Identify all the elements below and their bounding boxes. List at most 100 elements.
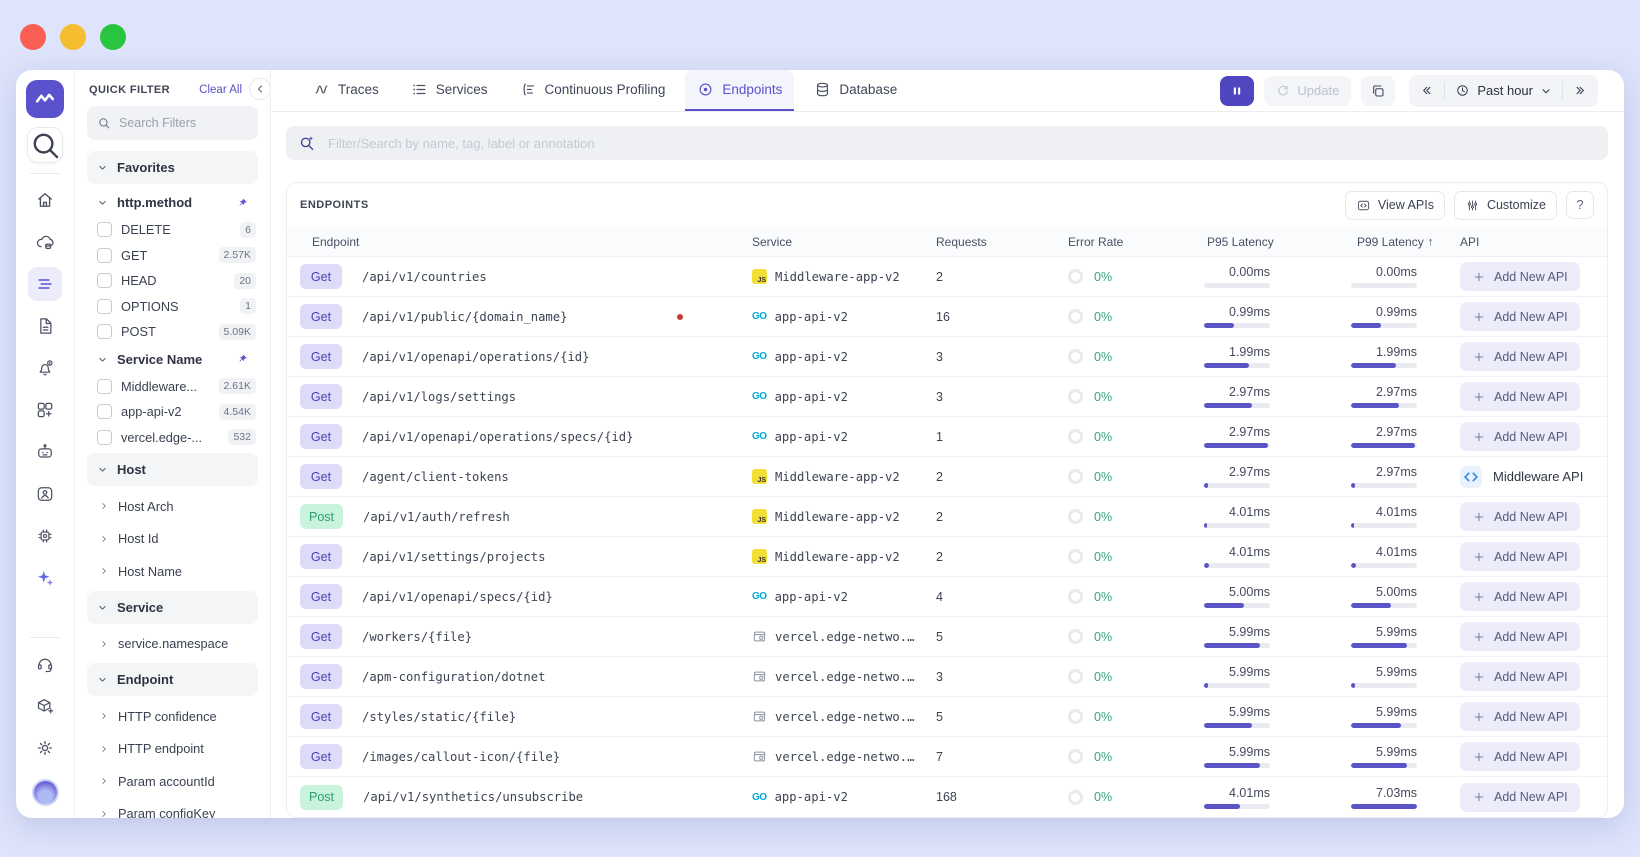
rail-infra-button[interactable] <box>28 225 62 259</box>
add-new-api-button[interactable]: Add New API <box>1460 582 1580 611</box>
time-range-dropdown[interactable]: Past hour <box>1445 75 1562 107</box>
window-close-button[interactable] <box>20 24 46 50</box>
checkbox[interactable] <box>97 404 112 420</box>
rail-settings-button[interactable] <box>28 731 62 765</box>
table-row[interactable]: Get/api/v1/openapi/operations/{id} GO app-… <box>287 337 1607 377</box>
add-new-api-button[interactable]: Add New API <box>1460 542 1580 571</box>
table-row[interactable]: Post/api/v1/synthetics/unsubscribe GO app-… <box>287 777 1607 817</box>
rail-rum-button[interactable] <box>28 477 62 511</box>
tab-services[interactable]: Services <box>399 70 500 111</box>
table-row[interactable]: Get/api/v1/logs/settings GO app-api-v2 3 0% 2… <box>287 377 1607 417</box>
checkbox[interactable] <box>97 273 112 289</box>
table-row[interactable]: Get/workers/{file} vercel.edge-netwo... 5 0… <box>287 617 1607 657</box>
rail-assistant-button[interactable] <box>28 435 62 469</box>
checkbox[interactable] <box>97 324 112 340</box>
customize-button[interactable]: Customize <box>1453 190 1557 220</box>
filter-section-favorites[interactable]: Favorites <box>87 151 258 184</box>
update-button[interactable]: Update <box>1264 75 1352 106</box>
help-button[interactable]: ? <box>1566 191 1594 219</box>
copy-button[interactable] <box>1361 75 1396 106</box>
column-header-requests[interactable]: Requests <box>920 235 1048 249</box>
filter-group-service-name[interactable]: Service Name <box>87 345 258 374</box>
table-row[interactable]: Get/api/v1/countries JS Middleware-app-v2 2… <box>287 257 1607 297</box>
filter-option-head[interactable]: HEAD 20 <box>87 268 258 294</box>
checkbox[interactable] <box>97 378 112 394</box>
filter-option-app-api-v2[interactable]: app-api-v2 4.54K <box>87 399 258 425</box>
column-header-api[interactable]: API <box>1460 235 1594 249</box>
add-new-api-button[interactable]: Add New API <box>1460 502 1580 531</box>
clear-all-link[interactable]: Clear All <box>199 84 242 96</box>
column-header-p99-latency[interactable]: P99 Latency ↑ <box>1330 235 1460 249</box>
user-avatar[interactable] <box>31 779 59 806</box>
add-new-api-button[interactable]: Add New API <box>1460 422 1580 451</box>
column-header-service[interactable]: Service <box>736 235 920 249</box>
filter-option-post[interactable]: POST 5.09K <box>87 319 258 345</box>
checkbox[interactable] <box>97 298 112 314</box>
rail-alerts-button[interactable] <box>28 351 62 385</box>
filter-item-http-confidence[interactable]: HTTP confidence <box>87 700 258 733</box>
add-new-api-button[interactable]: Add New API <box>1460 302 1580 331</box>
add-new-api-button[interactable]: Add New API <box>1460 742 1580 771</box>
tab-traces[interactable]: Traces <box>301 70 391 111</box>
filter-item-host-arch[interactable]: Host Arch <box>87 490 258 523</box>
time-shift-back-button[interactable] <box>1409 75 1444 107</box>
rail-ai-button[interactable] <box>28 561 62 595</box>
column-header-endpoint[interactable]: Endpoint <box>300 235 736 249</box>
filter-item-param-accountid[interactable]: Param accountId <box>87 765 258 798</box>
table-row[interactable]: Get/agent/client-tokens JS Middleware-app-… <box>287 457 1607 497</box>
rail-search-button[interactable] <box>27 127 63 163</box>
add-new-api-button[interactable]: Add New API <box>1460 622 1580 651</box>
checkbox[interactable] <box>97 222 112 238</box>
rail-processes-button[interactable] <box>28 519 62 553</box>
rail-install-button[interactable] <box>28 689 62 723</box>
table-row[interactable]: Get/styles/static/{file} vercel.edge-netw… <box>287 697 1607 737</box>
middleware-api-link[interactable]: Middleware API <box>1460 465 1594 488</box>
add-new-api-button[interactable]: Add New API <box>1460 662 1580 691</box>
rail-integrations-button[interactable] <box>28 393 62 427</box>
filter-item-http-endpoint[interactable]: HTTP endpoint <box>87 733 258 766</box>
filter-item-host-id[interactable]: Host Id <box>87 523 258 556</box>
filter-section-host[interactable]: Host <box>87 453 258 486</box>
filter-option-middleware[interactable]: Middleware... 2.61K <box>87 374 258 400</box>
table-row[interactable]: Get/api/v1/openapi/specs/{id} GO app-api-v… <box>287 577 1607 617</box>
checkbox[interactable] <box>97 247 112 263</box>
rail-apm-button[interactable] <box>28 267 62 301</box>
add-new-api-button[interactable]: Add New API <box>1460 342 1580 371</box>
rail-logs-button[interactable] <box>28 309 62 343</box>
main-filter-search-input[interactable] <box>328 135 1596 151</box>
add-new-api-button[interactable]: Add New API <box>1460 382 1580 411</box>
add-new-api-button[interactable]: Add New API <box>1460 782 1580 812</box>
tab-continuous-profiling[interactable]: Continuous Profiling <box>508 70 678 111</box>
filter-item-host-name[interactable]: Host Name <box>87 555 258 588</box>
filter-search-input[interactable] <box>119 116 248 130</box>
filter-option-vercel-edge[interactable]: vercel.edge-... 532 <box>87 425 258 451</box>
view-apis-button[interactable]: View APIs <box>1344 190 1445 220</box>
window-zoom-button[interactable] <box>100 24 126 50</box>
add-new-api-button[interactable]: Add New API <box>1460 262 1580 291</box>
checkbox[interactable] <box>97 429 112 445</box>
tab-database[interactable]: Database <box>802 70 909 111</box>
rail-home-button[interactable] <box>28 183 62 217</box>
app-logo[interactable] <box>26 80 64 118</box>
filter-option-delete[interactable]: DELETE 6 <box>87 217 258 243</box>
add-new-api-button[interactable]: Add New API <box>1460 702 1580 731</box>
table-row[interactable]: Get/apm-configuration/dotnet vercel.edge-… <box>287 657 1607 697</box>
window-minimize-button[interactable] <box>60 24 86 50</box>
column-header-p95-latency[interactable]: P95 Latency <box>1180 235 1330 249</box>
column-header-error-rate[interactable]: Error Rate <box>1048 235 1180 249</box>
filter-section-service[interactable]: Service <box>87 590 258 624</box>
rail-support-button[interactable] <box>28 647 62 681</box>
time-shift-forward-button[interactable] <box>1563 75 1598 107</box>
table-row[interactable]: Post/api/v1/auth/refresh JS Middleware-app… <box>287 497 1607 537</box>
filter-group-http-method[interactable]: http.method <box>87 188 258 217</box>
pause-button[interactable] <box>1220 75 1255 106</box>
filter-option-get[interactable]: GET 2.57K <box>87 243 258 269</box>
table-row[interactable]: Get/api/v1/settings/projects JS Middleware… <box>287 537 1607 577</box>
filter-section-endpoint[interactable]: Endpoint <box>87 663 258 696</box>
table-row[interactable]: Get/api/v1/openapi/operations/specs/{id}… <box>287 417 1607 457</box>
filter-item-service-namespace[interactable]: service.namespace <box>87 628 258 661</box>
table-row[interactable]: Get/images/callout-icon/{file} vercel.edg… <box>287 737 1607 777</box>
filter-option-options[interactable]: OPTIONS 1 <box>87 294 258 320</box>
table-row[interactable]: Get/api/v1/public/{domain_name} GO app-api… <box>287 297 1607 337</box>
tab-endpoints[interactable]: Endpoints <box>685 70 795 111</box>
